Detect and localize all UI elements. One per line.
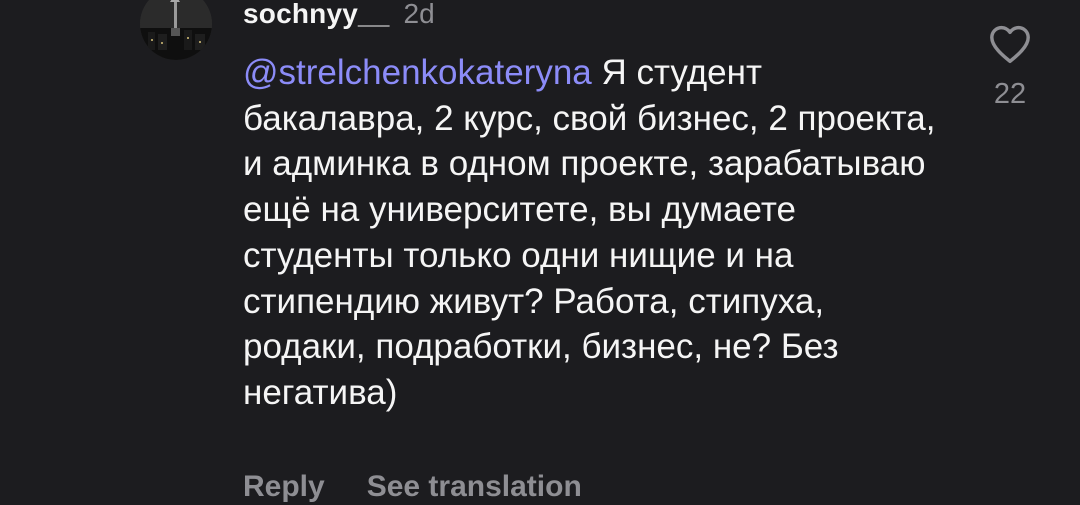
like-control: 22 (986, 24, 1034, 111)
timestamp: 2d (403, 0, 435, 29)
comment-header: sochnyy__ 2d (243, 0, 435, 34)
mention-link[interactable]: @strelchenkokateryna (243, 53, 592, 92)
comment-actions: Reply See translation (243, 470, 582, 504)
comment-text: Я студент бакалавра, 2 курс, свой бизнес… (243, 53, 936, 412)
heart-outline-icon[interactable] (988, 24, 1032, 64)
like-count: 22 (993, 78, 1027, 110)
username[interactable]: sochnyy__ (243, 0, 390, 30)
see-translation-button[interactable]: See translation (367, 470, 582, 504)
comment-body: @strelchenkokateryna Я студент бакалавра… (243, 50, 943, 416)
comment-item: sochnyy__ 2d @strelchenkokateryna Я студ… (0, 0, 1080, 505)
city-night-avatar-icon (140, 0, 212, 60)
reply-button[interactable]: Reply (243, 470, 325, 504)
avatar[interactable] (140, 0, 212, 60)
